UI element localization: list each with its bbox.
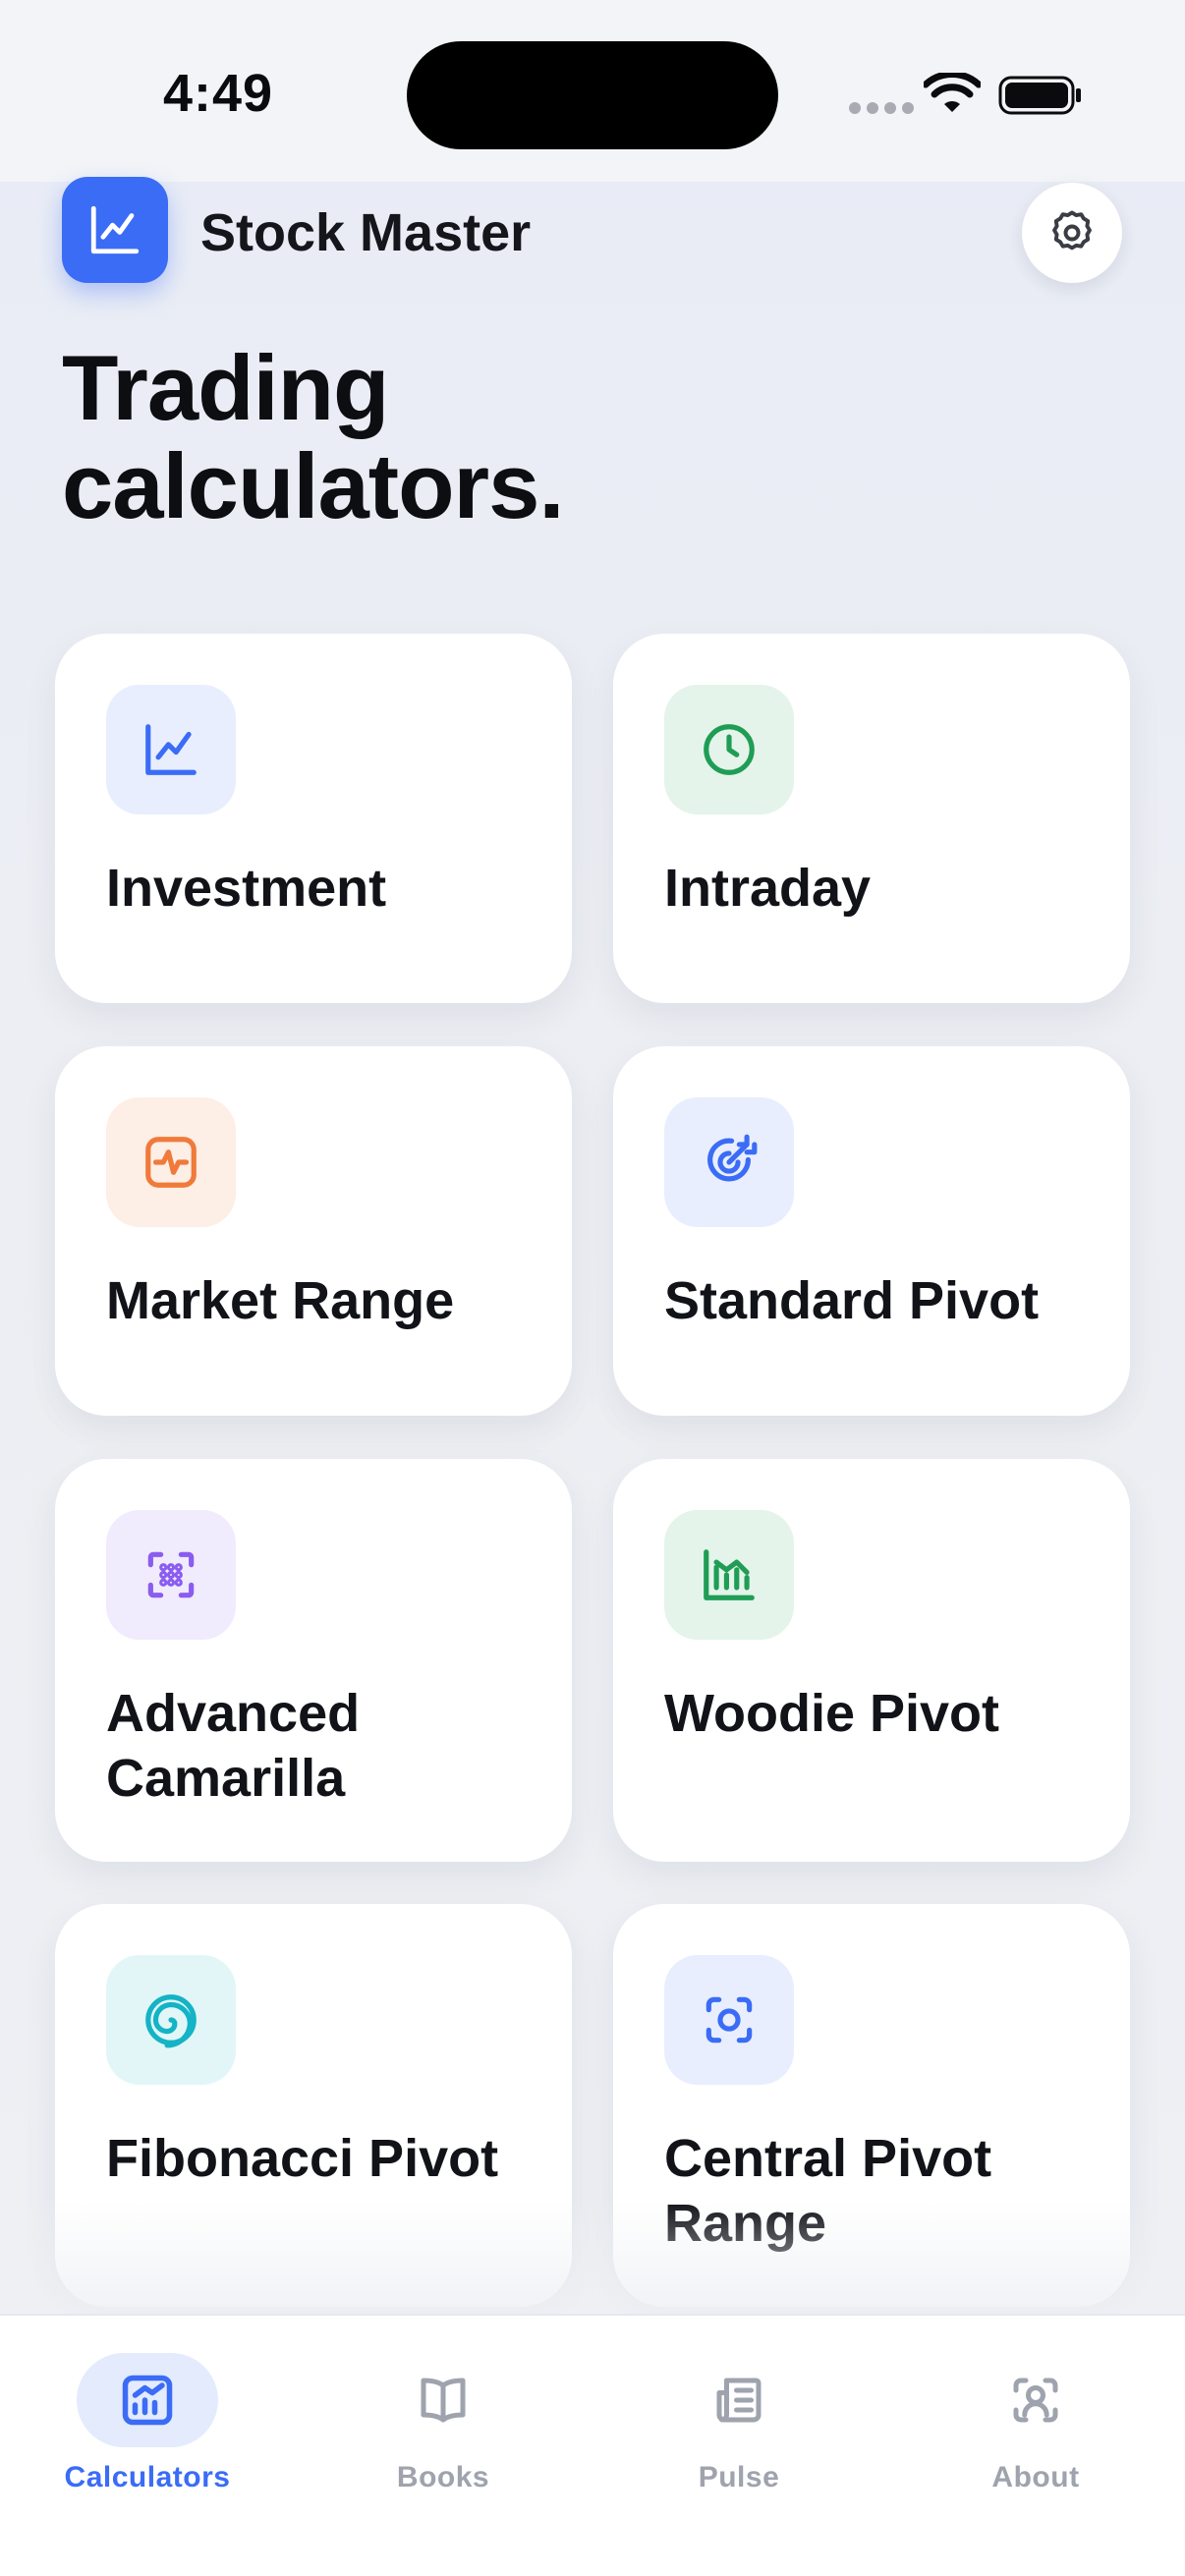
card-label: Intraday [664, 859, 872, 918]
page-title: Trading calculators. [62, 339, 848, 535]
tab-label: Pulse [698, 2461, 780, 2493]
status-bar: 4:49 [0, 0, 1185, 182]
user-icon [1013, 2378, 1058, 2423]
battery-icon [998, 76, 1081, 115]
card-standard-pivot[interactable]: Standard Pivot [613, 1046, 1130, 1416]
scroll-fade [0, 2201, 1185, 2314]
card-icon-badge [106, 685, 236, 814]
card-label: Advanced Camarilla [106, 1684, 361, 1808]
activity-icon [145, 1137, 197, 1188]
clock-icon [704, 724, 755, 775]
card-icon-badge [664, 685, 794, 814]
card-label: Investment [106, 859, 387, 918]
bar-chart-icon [704, 1549, 755, 1600]
tab-bar: Calculators Books Pulse About [0, 2314, 1185, 2576]
newspaper-icon [716, 2378, 762, 2423]
tab-icon-pill [965, 2353, 1106, 2447]
trend-chart-icon [145, 724, 197, 775]
tab-label: About [991, 2461, 1080, 2493]
card-woodie-pivot[interactable]: Woodie Pivot [613, 1459, 1130, 1862]
tab-about[interactable]: About [918, 2353, 1154, 2510]
card-icon-badge [664, 1510, 794, 1640]
scan-circle-icon [705, 1996, 753, 2044]
cellular-signal-icon [849, 102, 914, 114]
tab-calculators[interactable]: Calculators [29, 2353, 265, 2510]
tab-label: Books [396, 2461, 490, 2493]
book-icon [421, 2378, 466, 2423]
target-icon [707, 1134, 758, 1182]
grid-scan-icon [147, 1551, 195, 1598]
page-title-line-1: Trading [62, 336, 389, 439]
gear-icon [1052, 210, 1092, 251]
card-label: Market Range [106, 1271, 455, 1330]
card-label: Standard Pivot [664, 1271, 1040, 1330]
page-title-line-2: calculators. [62, 434, 564, 537]
status-time: 4:49 [163, 64, 274, 123]
card-icon-badge [106, 1955, 236, 2085]
card-icon-badge [664, 1097, 794, 1227]
card-investment[interactable]: Investment [55, 634, 572, 1003]
card-label: Fibonacci Pivot [106, 2129, 499, 2188]
card-icon-badge [106, 1510, 236, 1640]
tab-icon-pill [372, 2353, 514, 2447]
card-icon-badge [664, 1955, 794, 2085]
tab-pulse[interactable]: Pulse [621, 2353, 857, 2510]
dynamic-island [407, 41, 778, 149]
app-name: Stock Master [200, 203, 532, 262]
screen: 4:49 Stock Master Trading calculators. I… [0, 0, 1185, 2576]
card-label: Woodie Pivot [664, 1684, 1000, 1743]
card-advanced-camarilla[interactable]: Advanced Camarilla [55, 1459, 572, 1862]
card-icon-badge [106, 1097, 236, 1227]
tab-label: Calculators [64, 2461, 231, 2493]
app-logo [62, 177, 168, 283]
tab-icon-pill [668, 2353, 810, 2447]
settings-button[interactable] [1022, 183, 1122, 283]
trend-chart-icon [90, 205, 140, 254]
calculator-chart-icon [122, 2375, 173, 2426]
spiral-icon [145, 1994, 197, 2048]
wifi-icon [924, 73, 981, 112]
tab-books[interactable]: Books [325, 2353, 561, 2510]
tab-icon-pill [77, 2353, 218, 2447]
card-intraday[interactable]: Intraday [613, 634, 1130, 1003]
card-market-range[interactable]: Market Range [55, 1046, 572, 1416]
